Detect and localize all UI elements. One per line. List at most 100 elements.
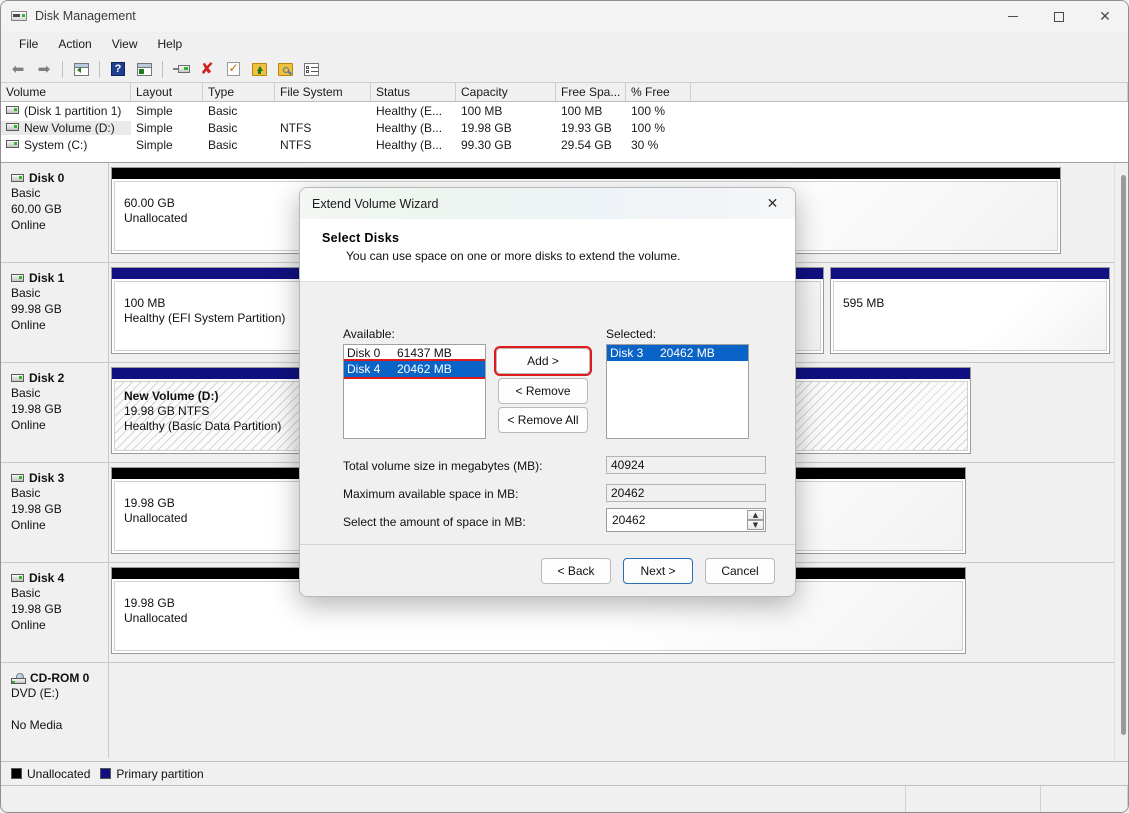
close-icon[interactable]: ✕ (750, 188, 795, 219)
list-item[interactable]: Disk 4 20462 MB (344, 359, 485, 379)
available-disks-listbox[interactable]: Disk 0 61437 MB Disk 4 20462 MB (343, 344, 486, 439)
dialog-title-bar: Extend Volume Wizard ✕ (300, 188, 795, 219)
disk-size: 19.98 GB (11, 502, 62, 516)
disk-name: Disk 0 (29, 171, 65, 185)
properties-icon[interactable] (169, 58, 193, 81)
minimize-button[interactable] (990, 1, 1036, 32)
chevron-up-icon[interactable]: ▲ (747, 510, 764, 520)
delete-icon[interactable]: ✘ (195, 58, 219, 81)
back-button[interactable]: < Back (541, 557, 611, 584)
disk-info-0[interactable]: Disk 0 Basic 60.00 GB Online (1, 163, 109, 262)
cell-free-space: 19.93 GB (561, 120, 612, 135)
cell-layout: Simple (136, 137, 173, 152)
selected-label: Selected: (606, 327, 657, 341)
remove-all-button[interactable]: < Remove All (498, 407, 588, 433)
remove-button[interactable]: < Remove (498, 378, 588, 404)
disk-row-cdrom[interactable]: CD-ROM 0 DVD (E:) No Media (1, 663, 1114, 758)
cdrom-icon (11, 672, 26, 684)
disk-size: 60.00 GB (11, 202, 62, 216)
cell-volume: (Disk 1 partition 1) (1, 104, 131, 118)
cell-type: Basic (208, 137, 238, 152)
back-arrow-icon[interactable]: ⬅ (6, 58, 30, 81)
select-space-input[interactable]: 20462 (607, 513, 645, 527)
disk-info-2[interactable]: Disk 2 Basic 19.98 GB Online (1, 363, 109, 462)
column-free-space[interactable]: Free Spa... (556, 83, 626, 101)
cell-status: Healthy (E... (376, 103, 443, 118)
partition-line2: Unallocated (124, 611, 188, 625)
cell-status: Healthy (B... (376, 137, 443, 152)
legend-label-unallocated: Unallocated (27, 766, 91, 781)
cell-capacity: 99.30 GB (461, 137, 512, 152)
column-volume[interactable]: Volume (1, 83, 131, 101)
selected-disks-listbox[interactable]: Disk 3 20462 MB (606, 344, 749, 439)
detail-view-icon[interactable] (299, 58, 323, 81)
total-volume-size-value: 40924 (606, 456, 766, 474)
list-item[interactable]: Disk 3 20462 MB (607, 345, 748, 361)
maximize-button[interactable] (1036, 1, 1082, 32)
disk-title-3: Disk 3 (11, 471, 100, 485)
chevron-down-icon[interactable]: ▼ (747, 520, 764, 530)
toolbar-separator (99, 60, 100, 78)
status-segment-1 (1, 786, 906, 812)
column-percent-free[interactable]: % Free (626, 83, 691, 101)
column-type[interactable]: Type (203, 83, 275, 101)
vertical-scrollbar[interactable] (1114, 163, 1128, 761)
disk-management-icon (11, 8, 27, 24)
menu-action[interactable]: Action (48, 34, 101, 54)
cell-type: Basic (208, 120, 238, 135)
next-button[interactable]: Next > (623, 557, 693, 584)
table-row[interactable]: New Volume (D:) Simple Basic NTFS Health… (1, 119, 1128, 136)
disk-size: 19.98 GB (11, 602, 62, 616)
volume-name: System (C:) (24, 137, 88, 152)
menu-file[interactable]: File (9, 34, 48, 54)
available-label: Available: (343, 327, 395, 341)
check-icon[interactable] (221, 58, 245, 81)
disk-info-1[interactable]: Disk 1 Basic 99.98 GB Online (1, 263, 109, 362)
cell-percent-free: 100 % (631, 120, 666, 135)
select-space-stepper[interactable]: 20462 ▲ ▼ (606, 508, 766, 532)
menu-bar: File Action View Help (1, 32, 1128, 56)
available-disk-size: 61437 MB (397, 346, 452, 360)
toolbar-separator (62, 60, 63, 78)
cdrom-info[interactable]: CD-ROM 0 DVD (E:) No Media (1, 663, 109, 758)
volume-icon (6, 140, 19, 149)
status-bar (1, 785, 1128, 812)
cell-type: Basic (208, 103, 238, 118)
column-capacity[interactable]: Capacity (456, 83, 556, 101)
column-layout[interactable]: Layout (131, 83, 203, 101)
disk-info-4[interactable]: Disk 4 Basic 19.98 GB Online (1, 563, 109, 662)
close-button[interactable]: ✕ (1082, 1, 1128, 32)
add-button[interactable]: Add > (494, 346, 592, 376)
disk-info-3[interactable]: Disk 3 Basic 19.98 GB Online (1, 463, 109, 562)
disk-type: Basic (11, 386, 41, 400)
disk-title-4: Disk 4 (11, 571, 100, 585)
volume-name: (Disk 1 partition 1) (24, 103, 122, 118)
list-item[interactable]: Disk 0 61437 MB (344, 345, 485, 361)
column-status[interactable]: Status (371, 83, 456, 101)
scrollbar-thumb[interactable] (1121, 175, 1126, 735)
column-file-system[interactable]: File System (275, 83, 371, 101)
cancel-button[interactable]: Cancel (705, 557, 775, 584)
export-icon[interactable] (247, 58, 271, 81)
table-row[interactable]: System (C:) Simple Basic NTFS Healthy (B… (1, 136, 1128, 153)
search-icon[interactable] (273, 58, 297, 81)
table-row[interactable]: (Disk 1 partition 1) Simple Basic Health… (1, 102, 1128, 119)
show-hide-console-tree-icon[interactable] (132, 58, 156, 81)
select-space-label: Select the amount of space in MB: (343, 515, 526, 529)
cell-capacity: 19.98 GB (461, 120, 512, 135)
menu-help[interactable]: Help (148, 34, 193, 54)
legend-item-unallocated: Unallocated (11, 767, 90, 781)
forward-arrow-icon[interactable]: ➡ (32, 58, 56, 81)
disk-type: Basic (11, 186, 41, 200)
status-segment-2 (906, 786, 1041, 812)
disk-name: Disk 4 (29, 571, 65, 585)
disk-icon (11, 274, 24, 282)
help-icon[interactable]: ? (106, 58, 130, 81)
volume-icon (6, 123, 19, 132)
menu-view[interactable]: View (102, 34, 148, 54)
up-one-level-icon[interactable] (69, 58, 93, 81)
legend-swatch-primary (100, 768, 112, 779)
disk-icon (11, 174, 24, 182)
stepper-buttons: ▲ ▼ (747, 510, 764, 530)
partition-block[interactable]: 595 MB (830, 267, 1110, 354)
